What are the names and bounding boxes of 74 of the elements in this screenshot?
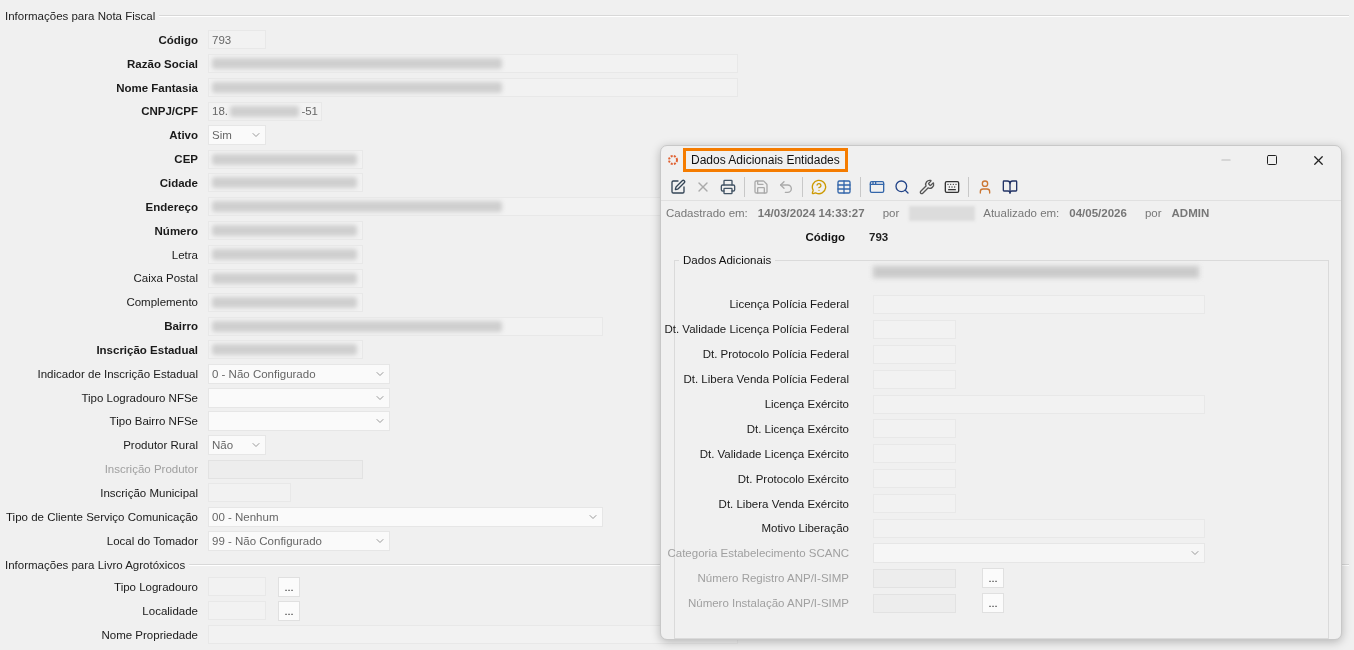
- field-label: Número Registro ANP/I-SIMP: [697, 572, 849, 585]
- input-field[interactable]: [208, 340, 363, 360]
- input-field[interactable]: [208, 78, 738, 98]
- meta-label: Atualizado em:: [983, 207, 1060, 219]
- dropdown[interactable]: Sim: [208, 125, 266, 146]
- field-label: Produtor Rural: [123, 439, 198, 452]
- meta-value: 14/03/2024 14:33:27: [757, 207, 865, 219]
- input-field[interactable]: 18. -51: [208, 101, 322, 121]
- field-label: Dt. Validade Licença Polícia Federal: [664, 323, 849, 336]
- field-label: CNPJ/CPF: [141, 105, 198, 118]
- window-title: Dados Adicionais Entidades: [683, 148, 848, 172]
- field-label: Cidade: [159, 177, 198, 189]
- field-label: Dt. Protocolo Exército: [737, 472, 849, 485]
- input-field[interactable]: [208, 268, 363, 288]
- field-label: Complemento: [126, 296, 198, 309]
- field-label: Letra: [171, 248, 198, 261]
- input-field[interactable]: [208, 54, 738, 74]
- field-label: Tipo de Cliente Serviço Comunicação: [6, 510, 198, 523]
- field-label: Indicador de Inscrição Estadual: [37, 367, 198, 380]
- input-field[interactable]: [208, 245, 363, 264]
- input-field[interactable]: [208, 221, 363, 241]
- field-label: Dt. Libera Venda Polícia Federal: [683, 373, 849, 386]
- field-label: Código: [158, 33, 198, 46]
- maximize-icon[interactable]: [1266, 154, 1278, 166]
- field-label: Caixa Postal: [133, 272, 198, 285]
- field-label: Inscrição Produtor: [104, 463, 198, 476]
- input-field[interactable]: [208, 149, 363, 169]
- meta-label: por: [882, 207, 900, 219]
- field-label: Licença Polícia Federal: [729, 298, 849, 311]
- input-field[interactable]: [208, 173, 363, 193]
- meta-value: 04/05/2026: [1069, 207, 1127, 219]
- field-label: Bairro: [164, 320, 198, 333]
- meta-label: por: [1144, 207, 1162, 219]
- dropdown[interactable]: 99 - Não Configurado: [208, 530, 390, 551]
- field-label: Código: [804, 231, 845, 243]
- code-value: 793: [869, 231, 889, 243]
- browse-button[interactable]: ...: [278, 576, 300, 597]
- section-title: Informações para Nota Fiscal: [5, 10, 156, 22]
- browse-button[interactable]: ...: [278, 600, 300, 621]
- gear-icon: [667, 154, 679, 166]
- field-label: Inscrição Estadual: [96, 343, 198, 356]
- field-label: Dt. Protocolo Polícia Federal: [702, 348, 849, 361]
- meta-value: ADMIN: [1171, 207, 1210, 219]
- dropdown[interactable]: [208, 387, 390, 408]
- field-label: Número: [154, 224, 198, 237]
- field-label: Dt. Libera Venda Exército: [718, 497, 849, 510]
- dropdown[interactable]: 0 - Não Configurado: [208, 363, 390, 384]
- dropdown[interactable]: 00 - Nenhum: [208, 506, 603, 527]
- field-label: Ativo: [169, 129, 198, 142]
- field-label: Endereço: [145, 200, 198, 213]
- field-label: Licença Exército: [764, 398, 849, 410]
- field-label: Dt. Validade Licença Exército: [699, 447, 849, 460]
- field-label: Tipo Bairro NFSe: [109, 415, 198, 428]
- section-title: Informações para Livro Agrotóxicos: [5, 558, 186, 571]
- field-label: Dt. Licença Exército: [746, 422, 849, 435]
- field-label: Local do Tomador: [106, 534, 198, 547]
- field-label: Categoria Estabelecimento SCANC: [667, 547, 849, 560]
- field-label: Número Instalação ANP/I-SIMP: [687, 597, 849, 610]
- field-label: Nome Propriedade: [101, 628, 198, 641]
- field-label: Localidade: [142, 604, 198, 617]
- dropdown[interactable]: [208, 411, 390, 432]
- group-title: Dados Adicionais: [682, 254, 773, 266]
- field-label: Razão Social: [127, 57, 198, 70]
- dropdown[interactable]: Não: [208, 435, 266, 456]
- field-label: Motivo Liberação: [761, 522, 849, 535]
- field-label: Tipo Logradouro NFSe: [81, 391, 198, 404]
- field-label: Inscrição Municipal: [100, 486, 198, 499]
- input-field[interactable]: [208, 292, 363, 312]
- field-label: CEP: [174, 153, 198, 166]
- input-field[interactable]: 793: [208, 30, 266, 50]
- input-field[interactable]: [208, 316, 603, 336]
- field-label: Nome Fantasia: [116, 81, 198, 94]
- meta-label: Cadastrado em:: [666, 207, 748, 219]
- field-label: Tipo Logradouro: [114, 580, 198, 593]
